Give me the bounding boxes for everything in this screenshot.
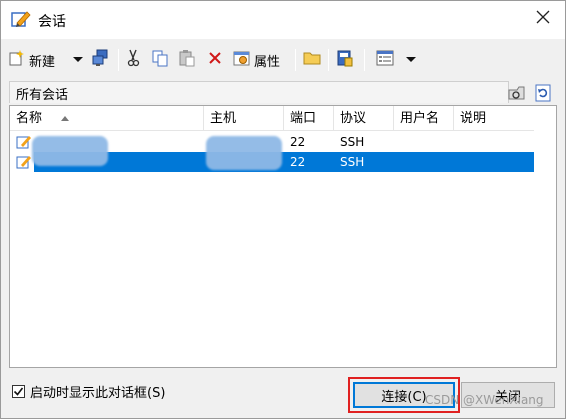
view-button[interactable]: [376, 49, 394, 71]
list-header: 名称 主机 端口 协议 用户名 说明: [10, 106, 534, 131]
startup-option[interactable]: 启动时显示此对话框(S): [12, 382, 166, 401]
toolbar: 新建 属性: [1, 41, 565, 77]
session-icon: [16, 134, 32, 154]
session-row-selected[interactable]: 22 SSH: [34, 152, 534, 172]
folder-icon: [303, 50, 321, 70]
sort-ascending-icon: [60, 111, 70, 126]
redacted-host: [206, 136, 282, 170]
copy-icon: [151, 49, 169, 71]
session-protocol: SSH: [340, 135, 365, 149]
sessions-header: 所有会话: [9, 81, 509, 103]
copy-button[interactable]: [151, 49, 169, 71]
column-header-host[interactable]: 主机: [204, 106, 284, 131]
window-title: 会话: [38, 14, 66, 30]
dropdown-arrow-icon: [406, 53, 416, 68]
delete-icon: [207, 50, 223, 70]
session-list[interactable]: 名称 主机 端口 协议 用户名 说明 22 SSH 22 SSH: [9, 105, 557, 368]
title-bar: 会话: [1, 1, 565, 39]
paste-icon: [178, 49, 196, 71]
refresh-icon[interactable]: [534, 84, 554, 102]
network-computer-icon: [91, 49, 109, 71]
column-header-username[interactable]: 用户名: [394, 106, 454, 131]
properties-button[interactable]: 属性: [233, 49, 280, 71]
session-description: [460, 152, 534, 172]
column-header-port[interactable]: 端口: [284, 106, 334, 131]
script-icon: [336, 49, 354, 71]
sessions-header-label: 所有会话: [16, 88, 69, 103]
sessions-dialog: 会话 新建 属性 所有会话 名称 主机 端口 协议 用户名 说明 22 SSH …: [0, 0, 566, 419]
new-session-label: 新建: [29, 54, 56, 70]
new-dropdown-button[interactable]: [73, 49, 83, 71]
cut-icon: [125, 49, 141, 71]
watermark: CSDN @XWenXiang: [425, 393, 544, 407]
cut-button[interactable]: [125, 49, 141, 71]
script-button[interactable]: [336, 49, 354, 71]
delete-button[interactable]: [207, 49, 223, 71]
new-session-button[interactable]: 新建: [8, 49, 55, 71]
filter-icon[interactable]: [507, 84, 527, 102]
session-user: [400, 152, 454, 172]
column-header-name[interactable]: 名称: [10, 106, 204, 131]
session-port: 22: [290, 155, 306, 169]
redacted-name: [32, 136, 108, 166]
view-dropdown-button[interactable]: [406, 49, 416, 71]
session-port: 22: [290, 135, 306, 149]
startup-label: 启动时显示此对话框(S): [30, 385, 166, 401]
properties-label: 属性: [254, 54, 281, 70]
paste-button[interactable]: [178, 49, 196, 71]
close-button[interactable]: [527, 5, 559, 33]
startup-checkbox[interactable]: [12, 384, 25, 398]
dropdown-arrow-icon: [73, 53, 83, 68]
session-icon: [16, 154, 32, 174]
session-description: [460, 132, 534, 152]
session-protocol: SSH: [340, 155, 365, 169]
view-icon: [376, 50, 394, 70]
app-pencil-icon: [11, 10, 31, 28]
close-icon: [536, 10, 550, 28]
session-user: [400, 132, 454, 152]
new-folder-button[interactable]: [303, 49, 321, 71]
connect-toolbar-button[interactable]: [91, 49, 109, 71]
column-header-protocol[interactable]: 协议: [334, 106, 394, 131]
new-session-icon: [8, 49, 26, 71]
properties-icon: [233, 49, 251, 71]
column-header-description[interactable]: 说明: [454, 106, 534, 131]
